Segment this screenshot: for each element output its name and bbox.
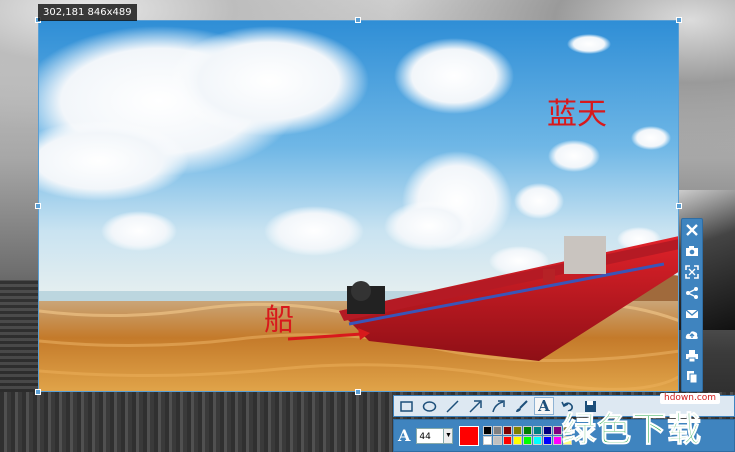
color-palette xyxy=(483,426,573,445)
color-swatch[interactable] xyxy=(483,426,493,435)
text-icon[interactable]: A xyxy=(534,397,554,415)
color-swatch[interactable] xyxy=(543,436,553,445)
resize-handle-top-right[interactable] xyxy=(676,17,682,23)
color-swatch[interactable] xyxy=(513,436,523,445)
current-color-swatch[interactable] xyxy=(459,425,480,446)
color-swatch[interactable] xyxy=(533,426,543,435)
print-icon[interactable] xyxy=(682,346,702,366)
resize-handle-left[interactable] xyxy=(35,203,41,209)
watermark: 绿色下载 hdown.com xyxy=(562,392,735,452)
camera-icon[interactable] xyxy=(682,241,702,261)
font-icon: A xyxy=(398,426,411,445)
cloud-upload-icon[interactable] xyxy=(682,325,702,345)
font-size-dropdown-icon[interactable]: ▼ xyxy=(444,427,454,444)
color-swatch[interactable] xyxy=(483,436,493,445)
selection-info-label: 302,181 846x489 xyxy=(38,4,137,21)
color-swatch[interactable] xyxy=(513,426,523,435)
fullscreen-icon[interactable] xyxy=(682,262,702,282)
annotation-text-sky[interactable]: 蓝天 xyxy=(547,100,607,130)
color-swatch[interactable] xyxy=(493,426,503,435)
font-size-field[interactable]: 44 xyxy=(416,427,445,444)
text-tool-glyph: A xyxy=(538,397,550,415)
color-swatch[interactable] xyxy=(523,426,533,435)
color-swatch[interactable] xyxy=(523,436,533,445)
color-swatch[interactable] xyxy=(503,426,513,435)
resize-handle-bottom[interactable] xyxy=(355,389,361,395)
color-swatch[interactable] xyxy=(533,436,543,445)
close-icon[interactable] xyxy=(682,220,702,240)
color-swatch[interactable] xyxy=(493,436,503,445)
resize-handle-right[interactable] xyxy=(676,203,682,209)
curved-arrow-icon[interactable] xyxy=(488,397,508,415)
share-icon[interactable] xyxy=(682,283,702,303)
color-swatch[interactable] xyxy=(543,426,553,435)
brush-icon[interactable] xyxy=(511,397,531,415)
arrow-icon[interactable] xyxy=(465,397,485,415)
action-toolbar xyxy=(681,218,703,392)
color-swatch[interactable] xyxy=(503,436,513,445)
copy-icon[interactable] xyxy=(682,367,702,387)
rectangle-icon[interactable] xyxy=(396,397,416,415)
watermark-text: 绿色下载 xyxy=(562,410,702,451)
annotation-arrow[interactable] xyxy=(286,328,372,342)
line-icon[interactable] xyxy=(442,397,462,415)
resize-handle-bottom-left[interactable] xyxy=(35,389,41,395)
ellipse-icon[interactable] xyxy=(419,397,439,415)
resize-handle-top[interactable] xyxy=(355,17,361,23)
watermark-url: hdown.com xyxy=(660,393,721,404)
mail-icon[interactable] xyxy=(682,304,702,324)
